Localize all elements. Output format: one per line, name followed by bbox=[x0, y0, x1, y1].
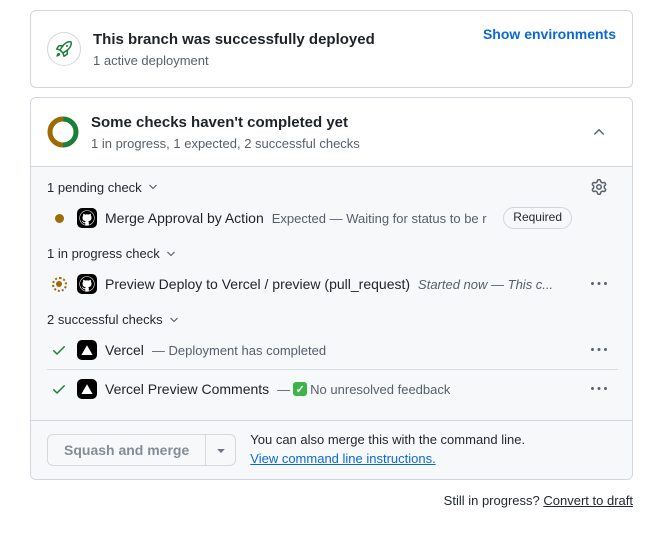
check-group-label: 1 in progress check bbox=[47, 246, 160, 261]
check-name: Merge Approval by Action bbox=[105, 210, 264, 226]
in-progress-spinner-icon bbox=[52, 277, 67, 292]
vercel-triangle-icon bbox=[77, 340, 97, 360]
checks-header-text: Some checks haven't completed yet 1 in p… bbox=[91, 113, 574, 151]
check-row-vercel-preview-comments: Vercel Preview Comments — ✓ No unresolve… bbox=[31, 370, 632, 408]
merge-box: Some checks haven't completed yet 1 in p… bbox=[30, 97, 633, 480]
description-dash: — bbox=[277, 382, 290, 397]
draft-note-text: Still in progress? bbox=[444, 493, 540, 508]
check-group-header-successful: 2 successful checks bbox=[31, 303, 632, 331]
github-octocat-icon bbox=[77, 208, 97, 228]
command-line-help: You can also merge this with the command… bbox=[250, 431, 525, 469]
command-line-instructions-link[interactable]: View command line instructions. bbox=[250, 451, 435, 466]
rocket-icon bbox=[47, 32, 81, 66]
pending-status-icon bbox=[55, 214, 64, 223]
check-group-label: 2 successful checks bbox=[47, 312, 163, 327]
draft-note: Still in progress? Convert to draft bbox=[30, 493, 633, 508]
chevron-down-icon bbox=[168, 314, 180, 326]
kebab-horizontal-icon bbox=[591, 381, 607, 397]
deployment-text: This branch was successfully deployed 1 … bbox=[93, 30, 471, 68]
checks-subtitle: 1 in progress, 1 expected, 2 successful … bbox=[91, 136, 574, 151]
check-menu-button[interactable] bbox=[591, 342, 607, 358]
check-group-header-pending: 1 pending check bbox=[31, 167, 632, 199]
check-group-toggle-pending[interactable]: 1 pending check bbox=[47, 180, 159, 195]
check-description: — Deployment has completed bbox=[152, 343, 326, 358]
checks-list: 1 pending check bbox=[31, 166, 632, 420]
vercel-triangle-icon bbox=[77, 379, 97, 399]
kebab-horizontal-icon bbox=[591, 342, 607, 358]
check-group-toggle-successful[interactable]: 2 successful checks bbox=[47, 312, 180, 327]
github-octocat-icon bbox=[77, 274, 97, 294]
green-check-emoji: ✓ bbox=[293, 382, 307, 396]
description-text: No unresolved feedback bbox=[310, 382, 450, 397]
check-menu-button[interactable] bbox=[591, 276, 607, 292]
check-row-merge-approval: Merge Approval by Action Expected — Wait… bbox=[31, 199, 632, 237]
command-line-text: You can also merge this with the command… bbox=[250, 431, 525, 450]
deployment-subtitle: 1 active deployment bbox=[93, 53, 471, 68]
check-row-preview-deploy: Preview Deploy to Vercel / preview (pull… bbox=[31, 265, 632, 303]
check-description: Expected — Waiting for status to be r... bbox=[272, 211, 488, 226]
merge-options-dropdown-button[interactable] bbox=[205, 434, 236, 466]
check-group-toggle-in-progress[interactable]: 1 in progress check bbox=[47, 246, 177, 261]
check-group-label: 1 pending check bbox=[47, 180, 142, 195]
check-name: Preview Deploy to Vercel / preview (pull… bbox=[105, 276, 410, 292]
convert-to-draft-link[interactable]: Convert to draft bbox=[543, 493, 633, 508]
check-name: Vercel Preview Comments bbox=[105, 381, 269, 397]
checks-header: Some checks haven't completed yet 1 in p… bbox=[31, 98, 632, 166]
deployment-title: This branch was successfully deployed bbox=[93, 30, 471, 50]
checks-donut-icon bbox=[47, 116, 79, 148]
check-description: Started now — This c... bbox=[418, 277, 553, 292]
squash-and-merge-button[interactable]: Squash and merge bbox=[47, 434, 206, 466]
deployment-banner: This branch was successfully deployed 1 … bbox=[30, 10, 633, 88]
pr-merge-section: This branch was successfully deployed 1 … bbox=[30, 10, 633, 508]
check-menu-button[interactable] bbox=[591, 381, 607, 397]
show-environments-link[interactable]: Show environments bbox=[483, 26, 616, 42]
success-check-icon bbox=[51, 342, 67, 358]
triangle-down-icon bbox=[213, 442, 229, 458]
kebab-horizontal-icon bbox=[591, 276, 607, 292]
collapse-checks-button[interactable] bbox=[586, 119, 612, 145]
merge-split-button: Squash and merge bbox=[47, 434, 236, 466]
checks-settings-button[interactable] bbox=[591, 179, 607, 195]
chevron-up-icon bbox=[591, 124, 607, 140]
chevron-down-icon bbox=[165, 248, 177, 260]
merge-action-bar: Squash and merge You can also merge this… bbox=[31, 420, 632, 479]
check-group-header-in-progress: 1 in progress check bbox=[31, 237, 632, 265]
chevron-down-icon bbox=[147, 181, 159, 193]
required-badge: Required bbox=[503, 207, 572, 229]
check-name: Vercel bbox=[105, 342, 144, 358]
check-row-vercel: Vercel — Deployment has completed bbox=[31, 331, 632, 369]
success-check-icon bbox=[51, 381, 67, 397]
checks-title: Some checks haven't completed yet bbox=[91, 113, 574, 133]
check-description: — ✓ No unresolved feedback bbox=[277, 382, 450, 397]
gear-icon bbox=[591, 179, 607, 195]
